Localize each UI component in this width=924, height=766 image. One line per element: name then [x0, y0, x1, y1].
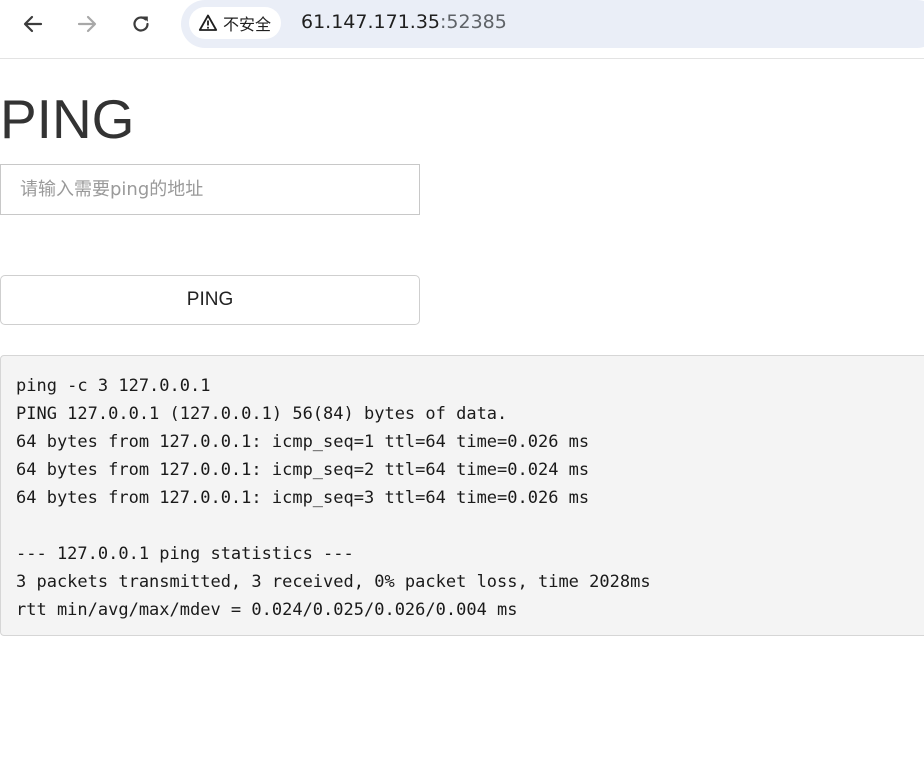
- output-line: ping -c 3 127.0.0.1: [16, 376, 211, 396]
- url-port: :52385: [440, 11, 507, 33]
- output-line: 64 bytes from 127.0.0.1: icmp_seq=2 ttl=…: [16, 460, 590, 480]
- ping-output: ping -c 3 127.0.0.1 PING 127.0.0.1 (127.0…: [0, 355, 924, 636]
- back-button[interactable]: [15, 6, 51, 42]
- output-line: rtt min/avg/max/mdev = 0.024/0.025/0.026…: [16, 600, 518, 620]
- url-host: 61.147.171.35: [301, 11, 441, 33]
- page-title: PING: [0, 88, 135, 150]
- output-line: 64 bytes from 127.0.0.1: icmp_seq=3 ttl=…: [16, 488, 590, 508]
- ping-button[interactable]: PING: [0, 275, 420, 325]
- address-bar[interactable]: 不安全 61.147.171.35:52385: [181, 0, 924, 48]
- warning-triangle-icon: [197, 12, 219, 34]
- arrow-left-icon: [22, 13, 44, 35]
- output-line: PING 127.0.0.1 (127.0.0.1) 56(84) bytes …: [16, 404, 508, 424]
- reload-icon: [130, 13, 152, 35]
- forward-button[interactable]: [69, 6, 105, 42]
- security-label: 不安全: [223, 15, 272, 34]
- arrow-right-icon: [76, 13, 98, 35]
- output-line: --- 127.0.0.1 ping statistics ---: [16, 544, 354, 564]
- browser-toolbar: 不安全 61.147.171.35:52385: [0, 0, 924, 59]
- security-indicator[interactable]: 不安全: [189, 7, 282, 39]
- ping-address-input[interactable]: [0, 164, 420, 215]
- output-line: 3 packets transmitted, 3 received, 0% pa…: [16, 572, 651, 592]
- url-text[interactable]: 61.147.171.35:52385: [301, 11, 507, 33]
- reload-button[interactable]: [123, 6, 159, 42]
- output-line: 64 bytes from 127.0.0.1: icmp_seq=1 ttl=…: [16, 432, 590, 452]
